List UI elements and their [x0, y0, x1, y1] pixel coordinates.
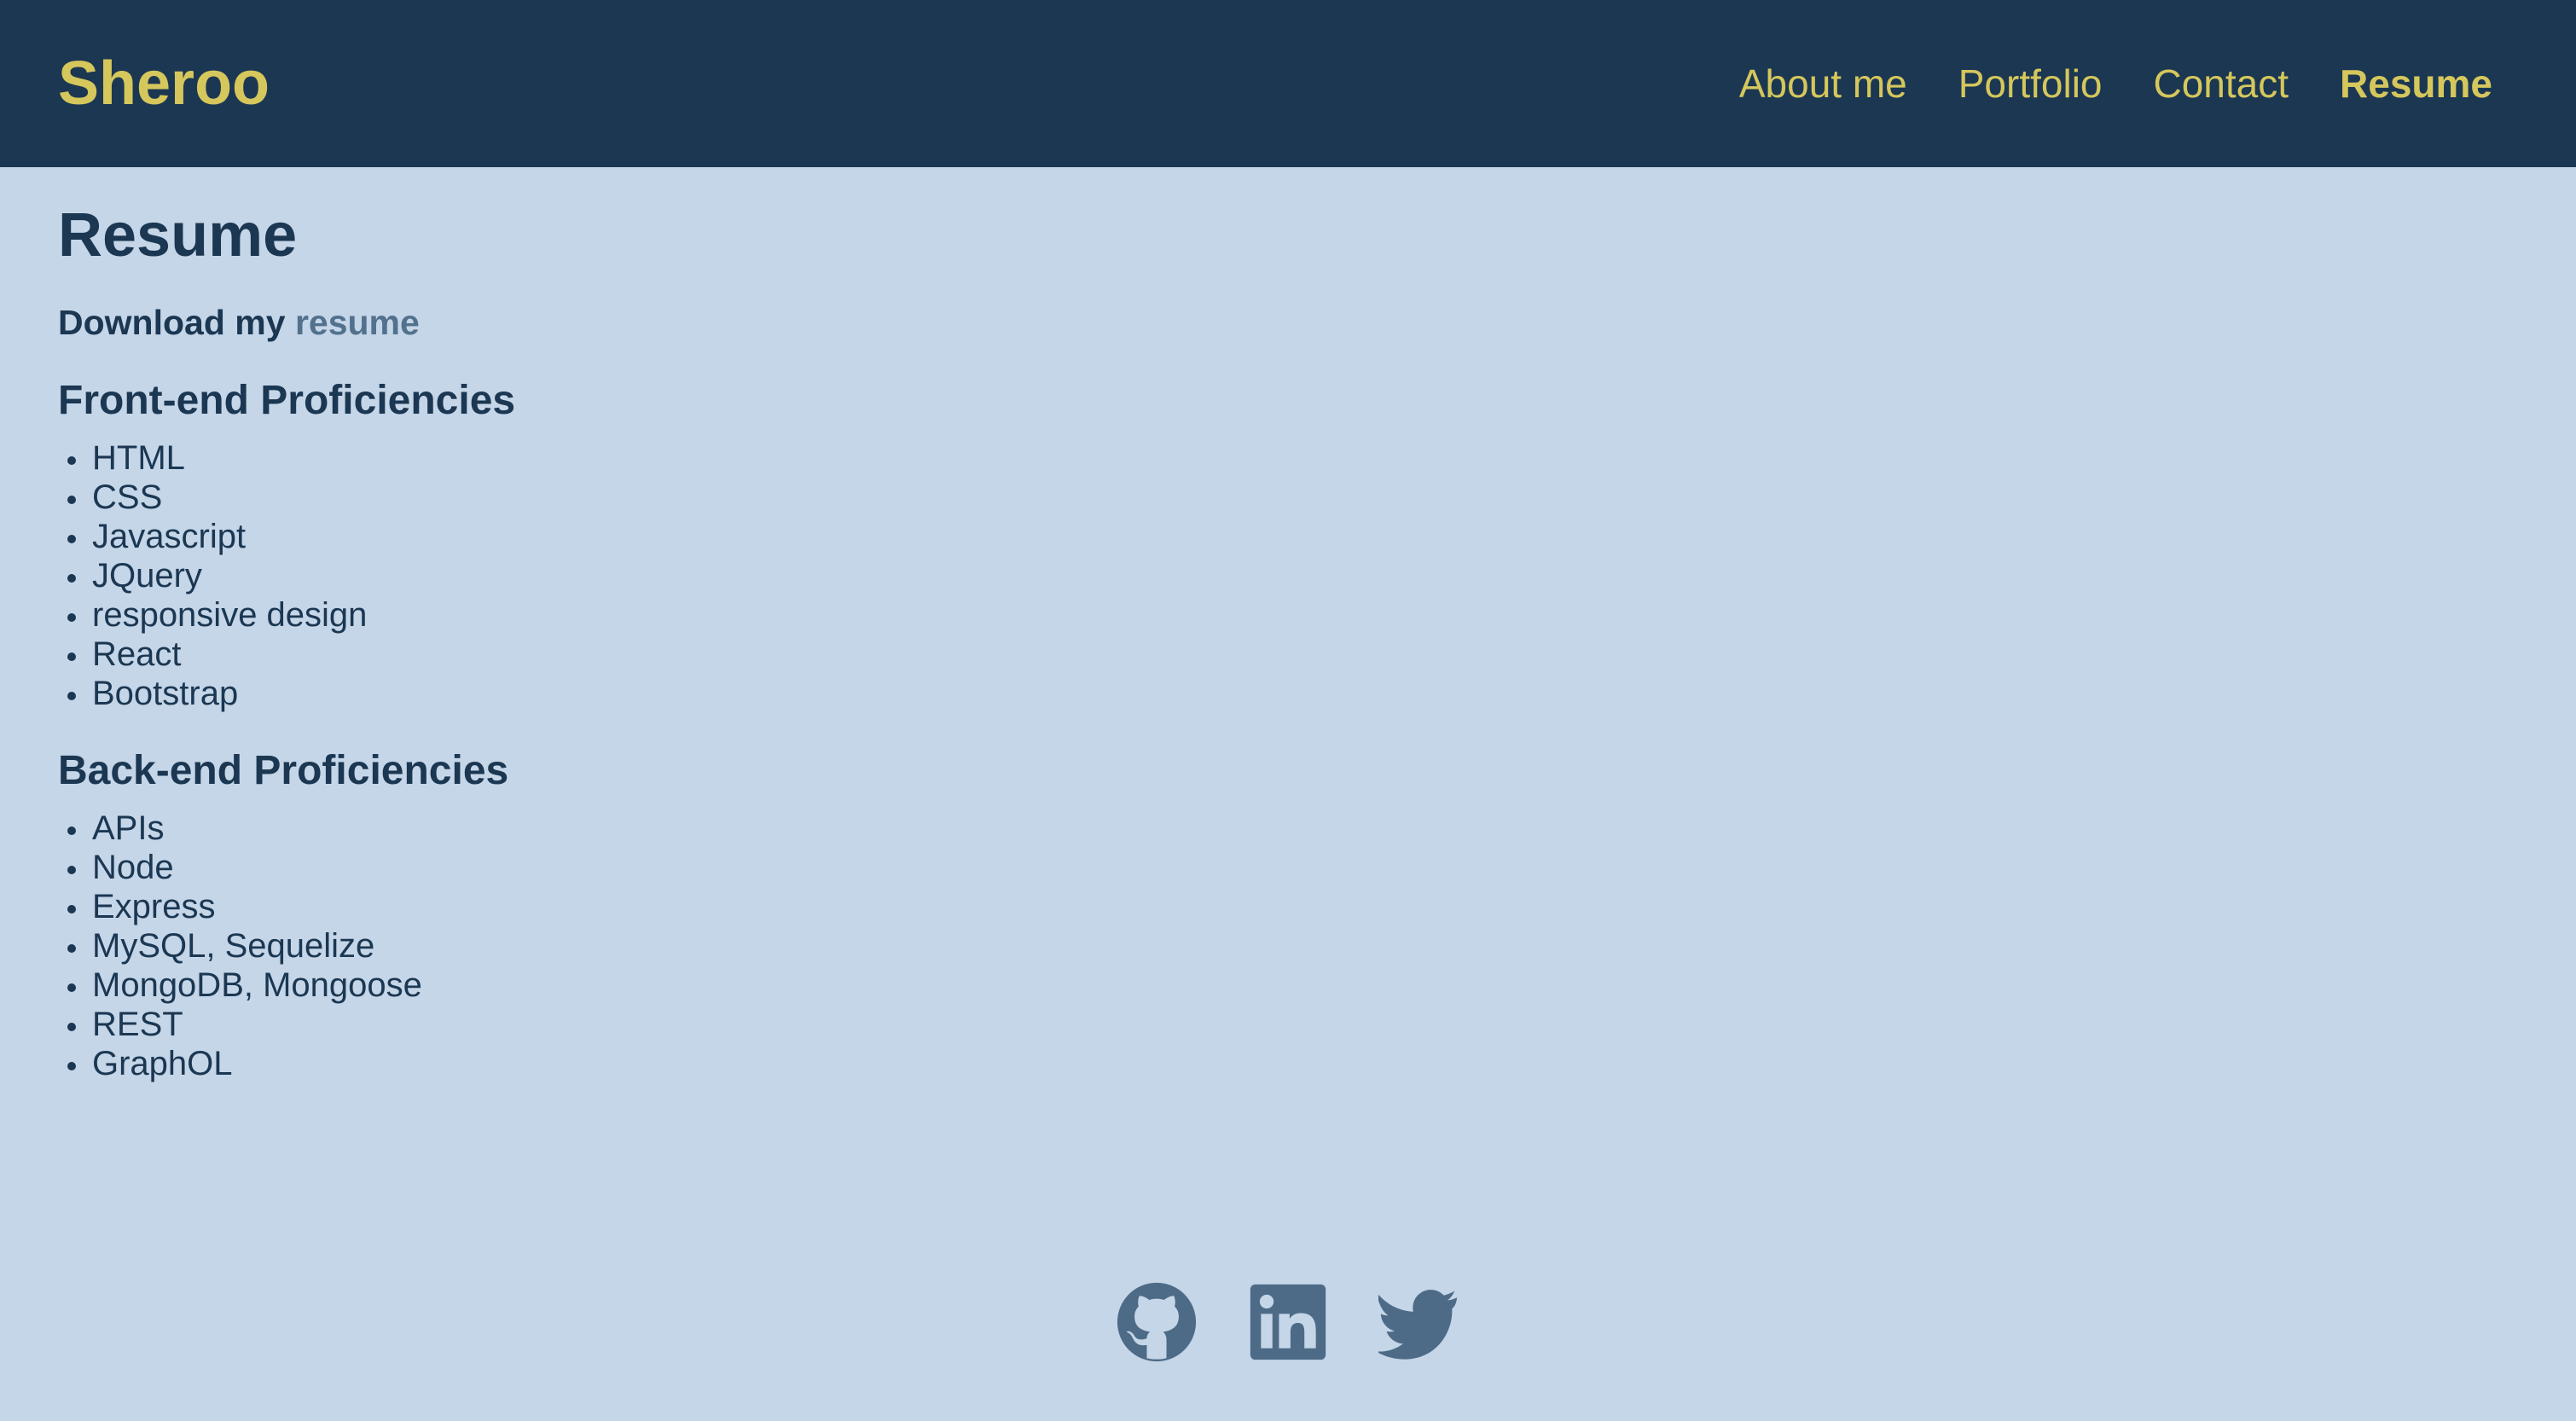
list-item: React	[67, 635, 1252, 674]
main-content: Resume Download my resume Front-end Prof…	[58, 167, 1252, 1083]
list-item: CSS	[67, 478, 1252, 517]
backend-title: Back-end Proficiencies	[58, 748, 509, 793]
list-item: JQuery	[67, 556, 1252, 595]
list-item: Express	[67, 887, 1252, 926]
backend-list: APIs Node Express MySQL, Sequelize Mongo…	[58, 809, 1252, 1083]
twitter-icon	[1378, 1290, 1458, 1360]
github-icon	[1117, 1282, 1197, 1362]
page-title: Resume	[58, 201, 298, 270]
resume-download-link[interactable]: resume	[295, 303, 420, 342]
main-nav: About me Portfolio Contact Resume	[1739, 55, 2492, 113]
list-item: Javascript	[67, 517, 1252, 556]
frontend-list: HTML CSS Javascript JQuery responsive de…	[58, 438, 1252, 713]
linkedin-icon	[1250, 1284, 1326, 1360]
social-footer	[0, 1279, 2576, 1365]
twitter-link[interactable]	[1378, 1281, 1460, 1363]
frontend-title: Front-end Proficiencies	[58, 378, 516, 423]
nav-resume[interactable]: Resume	[2340, 55, 2492, 113]
download-prefix: Download my	[58, 303, 286, 342]
list-item: Node	[67, 848, 1252, 887]
brand-logo[interactable]: Sheroo	[58, 46, 270, 121]
list-item: responsive design	[67, 595, 1252, 635]
nav-contact[interactable]: Contact	[2154, 55, 2289, 113]
site-header: Sheroo About me Portfolio Contact Resume	[0, 0, 2576, 167]
list-item: GraphOL	[67, 1044, 1252, 1083]
list-item: HTML	[67, 438, 1252, 478]
list-item: Bootstrap	[67, 674, 1252, 713]
nav-about-me[interactable]: About me	[1739, 55, 1907, 113]
linkedin-link[interactable]	[1247, 1281, 1329, 1363]
list-item: MongoDB, Mongoose	[67, 966, 1252, 1005]
github-link[interactable]	[1116, 1281, 1198, 1363]
list-item: APIs	[67, 809, 1252, 848]
nav-portfolio[interactable]: Portfolio	[1958, 55, 2103, 113]
list-item: MySQL, Sequelize	[67, 926, 1252, 966]
download-line: Download my resume	[58, 302, 1252, 343]
list-item: REST	[67, 1005, 1252, 1044]
